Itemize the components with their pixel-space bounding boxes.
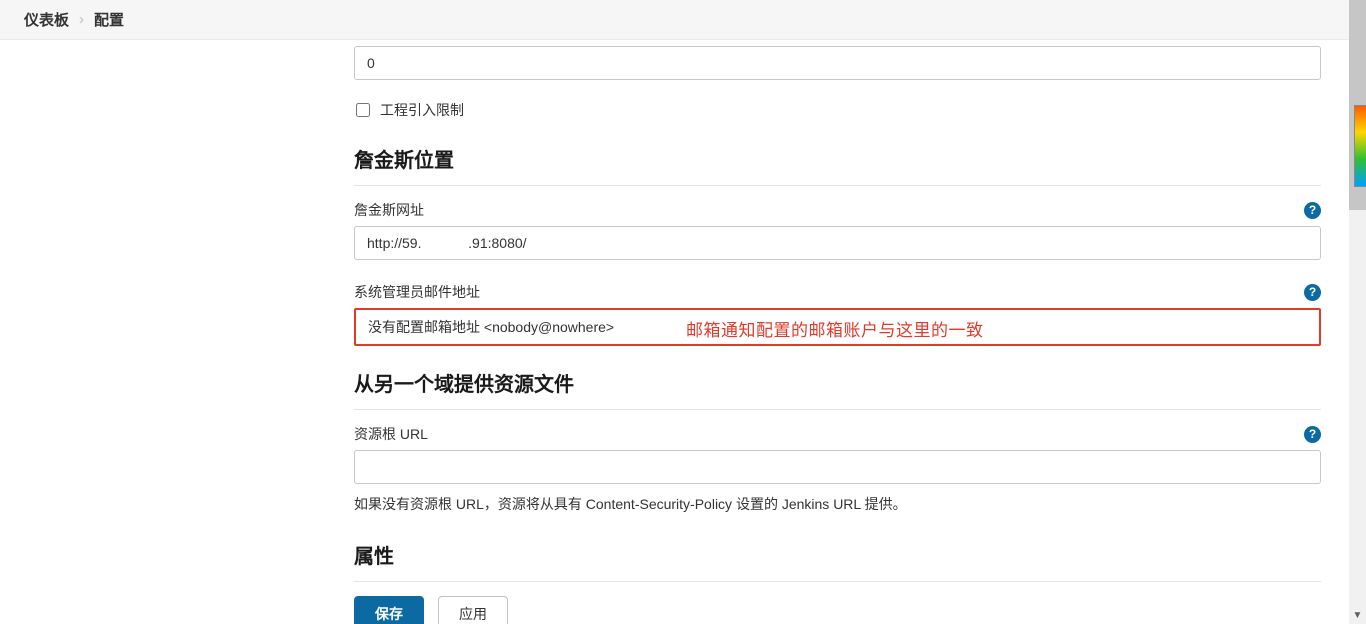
resource-root-url-input[interactable]	[354, 450, 1321, 484]
retry-count-input[interactable]	[354, 46, 1321, 80]
jenkins-url-label: 詹金斯网址	[354, 200, 424, 220]
section-title-attributes: 属性	[354, 540, 1321, 569]
retry-count-label	[354, 24, 1321, 38]
help-icon[interactable]: ?	[1304, 202, 1321, 219]
save-button[interactable]: 保存	[354, 596, 424, 624]
divider	[354, 581, 1321, 582]
fisheye-color-bar-icon	[1355, 106, 1366, 186]
resource-root-helper: 如果没有资源根 URL，资源将从具有 Content-Security-Poli…	[354, 494, 1321, 514]
section-title-resource-root: 从另一个域提供资源文件	[354, 368, 1321, 397]
admin-email-input[interactable]	[356, 310, 1319, 344]
breadcrumb-configure[interactable]: 配置	[94, 9, 124, 30]
help-icon[interactable]: ?	[1304, 284, 1321, 301]
apply-button[interactable]: 应用	[438, 596, 508, 624]
scroll-down-arrow-icon[interactable]: ▼	[1349, 607, 1366, 624]
help-icon[interactable]: ?	[1304, 426, 1321, 443]
resource-root-url-label: 资源根 URL	[354, 424, 428, 444]
project-import-limit-label: 工程引入限制	[380, 100, 464, 120]
section-title-jenkins-location: 詹金斯位置	[354, 144, 1321, 173]
project-import-limit-row[interactable]: 工程引入限制	[354, 100, 1321, 120]
admin-email-label: 系统管理员邮件地址	[354, 282, 480, 302]
divider	[354, 185, 1321, 186]
divider	[354, 409, 1321, 410]
breadcrumb-dashboard[interactable]: 仪表板	[24, 9, 69, 30]
admin-email-highlight: 邮箱通知配置的邮箱账户与这里的一致	[354, 308, 1321, 346]
jenkins-url-input[interactable]	[354, 226, 1321, 260]
chevron-right-icon: ›	[79, 11, 84, 28]
project-import-limit-checkbox[interactable]	[356, 103, 370, 117]
